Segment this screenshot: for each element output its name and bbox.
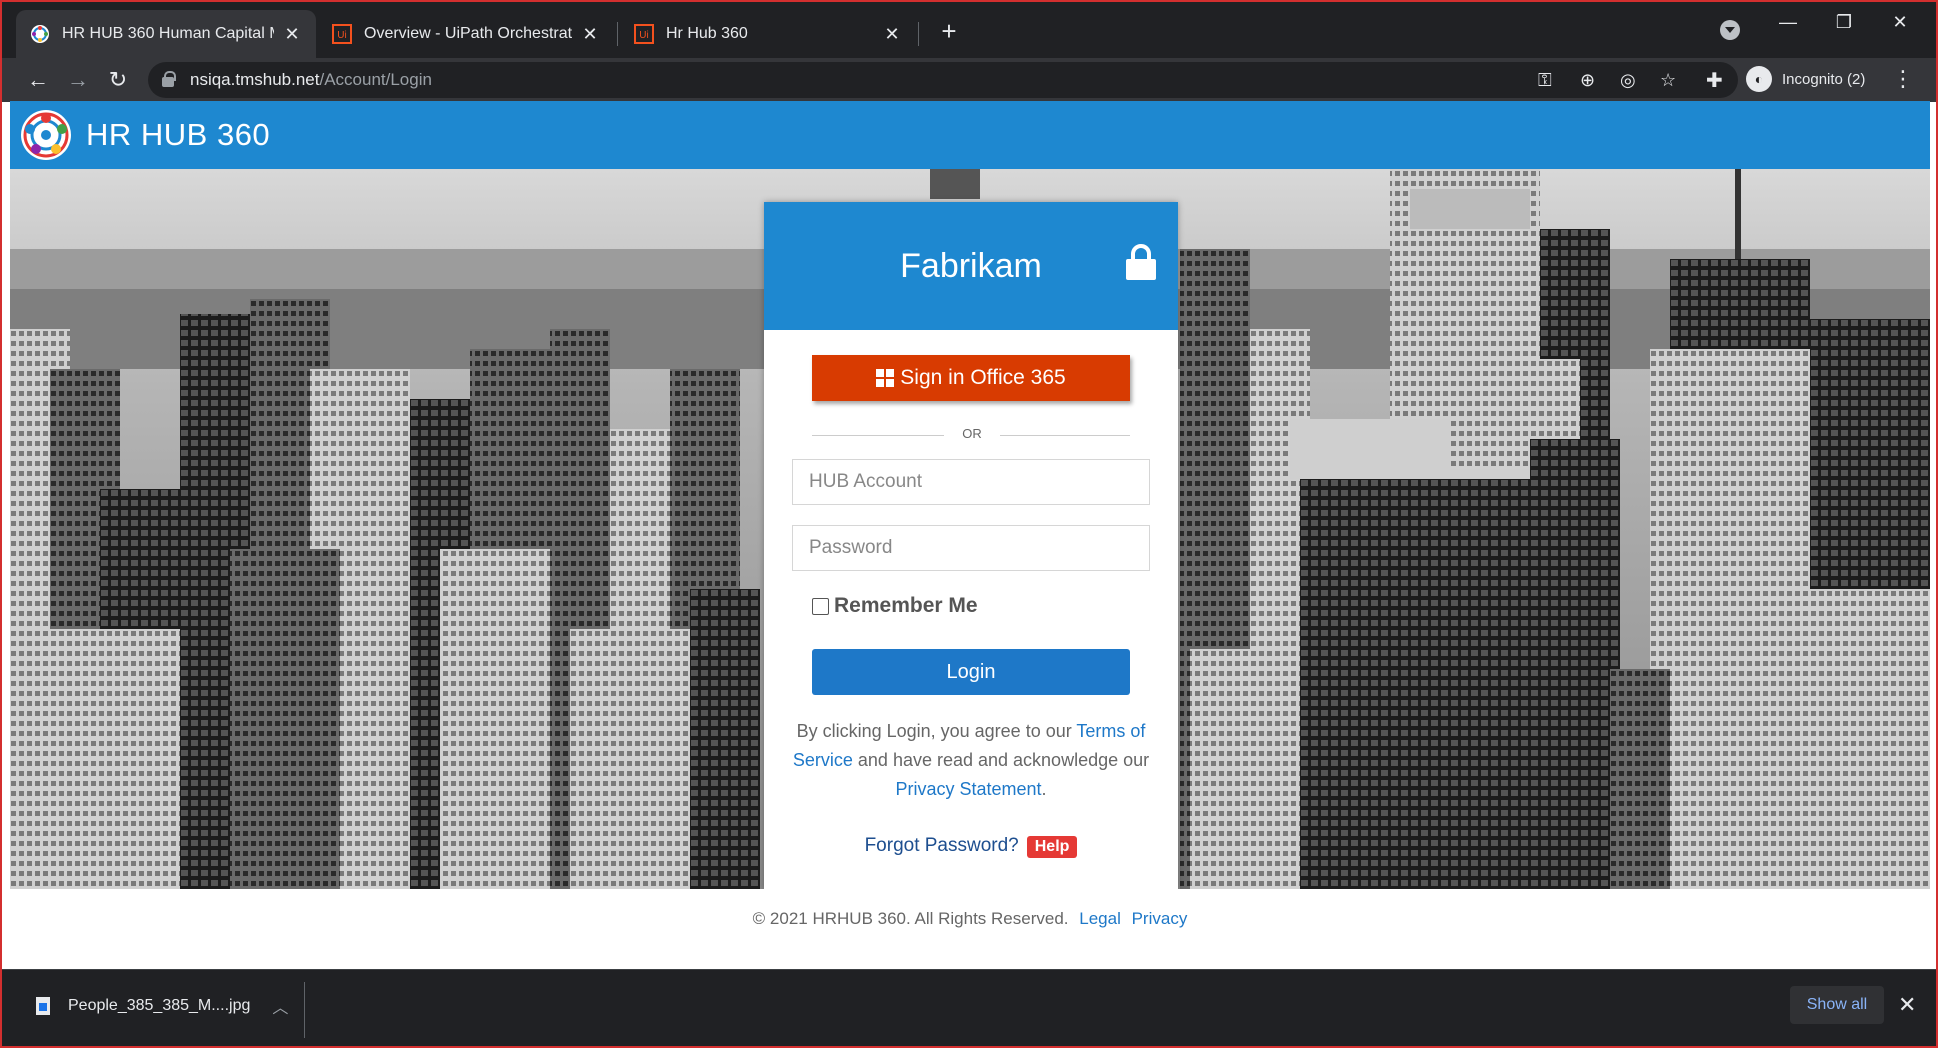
show-all-button[interactable]: Show all [1790,986,1884,1024]
privacy-statement-link[interactable]: Privacy Statement [895,779,1041,799]
image-file-icon [36,997,50,1015]
site-footer: © 2021 HRHUB 360. All Rights Reserved. L… [10,889,1930,969]
downloads-bar: People_385_385_M....jpg ︿ Show all ✕ [2,969,1936,1046]
copyright-text: © 2021 HRHUB 360. All Rights Reserved. [752,909,1069,928]
tab-title: Hr Hub 360 [666,25,748,42]
svg-text:Ui: Ui [337,30,346,41]
download-file-name: People_385_385_M....jpg [68,997,251,1014]
sign-in-office-365-label: Sign in Office 365 [900,366,1066,389]
incognito-profile-button[interactable]: ◐ Incognito (2) [1742,62,1877,96]
remember-me-checkbox[interactable] [812,597,829,615]
remember-me-checkbox-row[interactable]: Remember Me [812,594,978,618]
address-bar[interactable]: nsiqa.tmshub.net/Account/Login ⚿ ⊕ ◎ ☆ [148,62,1738,98]
site-header: HR HUB 360 [10,101,1930,169]
tab-uipath-orchestrator[interactable]: Ui Overview - UiPath Orchestrator ✕ [318,10,614,58]
hr-hub-logo-icon[interactable] [20,109,72,161]
terms-agreement-text: By clicking Login, you agree to our Term… [784,717,1158,804]
svg-text:Ui: Ui [639,30,648,41]
back-arrow-icon[interactable]: ← [22,64,54,96]
remember-me-label: Remember Me [834,594,978,617]
forgot-password-link[interactable]: Forgot Password? [865,835,1019,856]
bookmark-star-icon[interactable]: ☆ [1660,70,1676,91]
incognito-label: Incognito (2) [1782,70,1866,88]
help-badge[interactable]: Help [1026,836,1078,858]
uipath-favicon-icon: Ui [332,24,352,44]
minimize-icon[interactable]: — [1768,12,1808,33]
uipath-favicon-icon: Ui [634,24,654,44]
tab-title: HR HUB 360 Human Capital Man [62,25,274,42]
close-downloads-icon[interactable]: ✕ [1898,992,1916,1018]
window-close-icon[interactable]: ✕ [1880,12,1920,33]
tab-strip: HR HUB 360 Human Capital Man ✕ Ui Overvi… [2,2,1936,58]
tab-hr-hub-360[interactable]: HR HUB 360 Human Capital Man ✕ [16,10,316,58]
legal-link[interactable]: Legal [1079,909,1121,928]
login-card: Fabrikam Sign in Office 365 OR Remember … [764,202,1178,890]
reload-icon[interactable]: ↻ [102,64,134,96]
site-title: HR HUB 360 [86,117,271,152]
browser-toolbar: ← → ↻ nsiqa.tmshub.net/Account/Login ⚿ ⊕… [2,58,1936,102]
tab-divider [918,22,919,46]
or-label: OR [944,426,1000,441]
padlock-icon [1126,244,1156,280]
login-card-header: Fabrikam [764,202,1178,330]
incognito-icon: ◐ [1746,66,1772,92]
restore-icon[interactable]: ❐ [1824,12,1864,33]
address-url: nsiqa.tmshub.net/Account/Login [190,70,432,90]
tab-search-icon[interactable] [1720,20,1740,40]
download-item[interactable]: People_385_385_M....jpg ︿ [36,994,288,1018]
browser-window: HR HUB 360 Human Capital Man ✕ Ui Overvi… [0,0,1938,1048]
windows-logo-icon [876,369,895,387]
close-tab-icon[interactable]: ✕ [580,24,600,45]
privacy-link[interactable]: Privacy [1132,909,1188,928]
sign-in-office-365-button[interactable]: Sign in Office 365 [812,355,1130,401]
close-tab-icon[interactable]: ✕ [882,24,902,45]
tab-divider [617,22,618,46]
login-button[interactable]: Login [812,649,1130,695]
zoom-icon[interactable]: ⊕ [1580,70,1595,91]
menu-kebab-icon[interactable]: ⋮ [1892,66,1914,92]
key-icon[interactable]: ⚿ [1538,70,1552,91]
forward-arrow-icon[interactable]: → [62,64,94,96]
download-divider [304,982,305,1038]
hr-hub-favicon-icon [31,25,49,43]
hub-account-input[interactable] [792,459,1150,505]
agree-end: . [1041,779,1047,799]
chevron-up-icon[interactable]: ︿ [272,994,288,1018]
agree-middle: and have read and acknowledge our [857,750,1150,770]
company-name: Fabrikam [900,246,1042,285]
tab-title: Overview - UiPath Orchestrator [364,25,572,42]
close-tab-icon[interactable]: ✕ [282,24,302,45]
forgot-password-row: Forgot Password? Help [764,835,1178,858]
eye-off-icon[interactable]: ◎ [1620,70,1636,91]
new-tab-plus-icon[interactable]: + [932,16,966,47]
agree-prefix: By clicking Login, you agree to our [796,721,1072,741]
tab-hr-hub-360-second[interactable]: Ui Hr Hub 360 ✕ [620,10,916,58]
url-path: /Account/Login [319,70,432,89]
lock-icon [162,71,176,87]
url-host: nsiqa.tmshub.net [190,70,320,89]
password-input[interactable] [792,525,1150,571]
extensions-puzzle-icon[interactable]: ✚ [1706,68,1723,93]
